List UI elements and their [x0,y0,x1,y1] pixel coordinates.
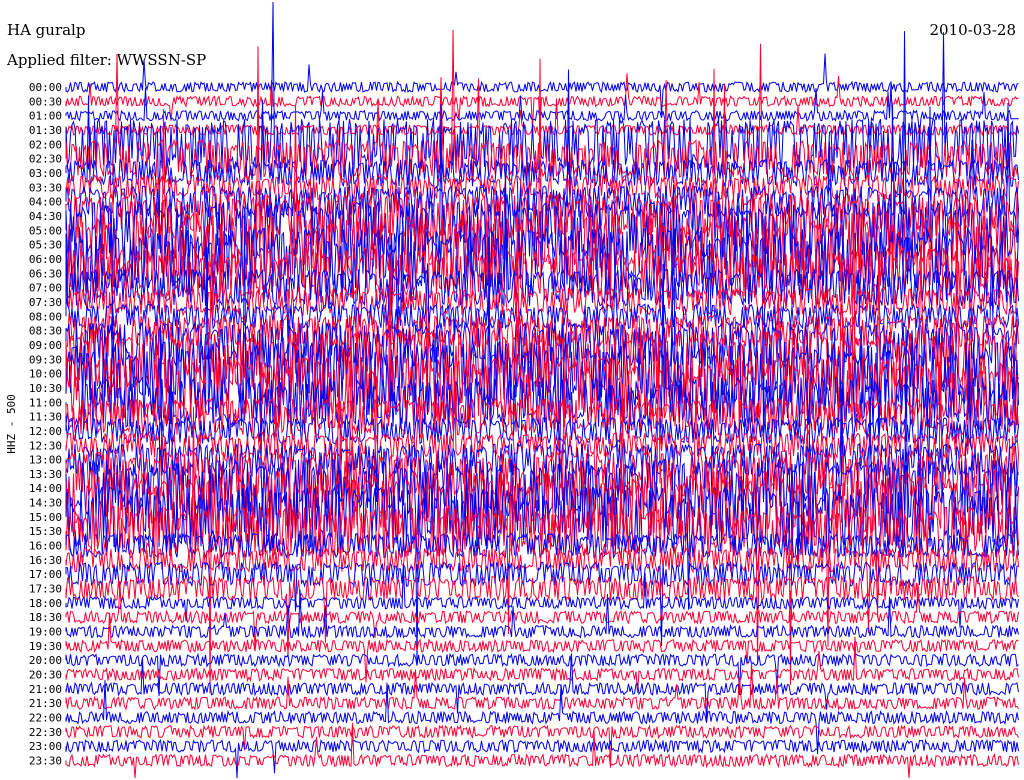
tick-label: 13:30 [29,468,62,481]
tick-label: 10:00 [29,368,62,381]
tick-label: 18:00 [29,597,62,610]
tick-label: 11:00 [29,396,62,409]
tick-label: 10:30 [29,382,62,395]
trace-row-00:30 [65,73,1019,130]
helicorder-chart: 00:0000:30 01:0001:3002:00 02:3003:0003:30… [5,1,1019,779]
tick-label: 05:30 [29,239,62,252]
tick-label: 23:30 [29,755,62,768]
tick-label: 21:30 [29,697,62,710]
tick-label: 12:00 [29,425,62,438]
tick-label: 14:00 [29,482,62,495]
tick-label: 13:00 [29,454,62,467]
tick-label: 18:30 [29,611,62,624]
tick-label: 03:00 [29,167,62,180]
tick-label: 15:30 [29,525,62,538]
tick-label: 23:00 [29,740,62,753]
tick-label: 02:00 [29,138,62,151]
tick-label: 03:30 [29,181,62,194]
tick-label: 04:00 [29,196,62,209]
tick-label: 07:30 [29,296,62,309]
trace-group [65,1,1019,779]
tick-label: 17:30 [29,583,62,596]
tick-label: 09:30 [29,353,62,366]
tick-label: 21:00 [29,683,62,696]
trace-row-00:00 [65,53,1019,115]
tick-label: 22:30 [29,726,62,739]
tick-label: 01:00 [29,110,62,123]
tick-label: 08:00 [29,310,62,323]
tick-label: 00:30 [29,95,62,108]
tick-label: 16:00 [29,540,62,553]
tick-label: 17:00 [29,568,62,581]
tick-label: 07:00 [29,282,62,295]
tick-label-group: 00:0000:30 01:0001:3002:00 02:3003:0003:30… [29,81,62,768]
tick-label: 22:00 [29,712,62,725]
tick-label: 19:00 [29,626,62,639]
tick-label: 00:00 [29,81,62,94]
tick-label: 06:30 [29,267,62,280]
trace-row-23:00 [65,738,1019,779]
tick-label: 14:30 [29,497,62,510]
tick-label: 09:00 [29,339,62,352]
tick-label: 12:30 [29,439,62,452]
tick-label: 16:30 [29,554,62,567]
tick-label: 04:30 [29,210,62,223]
tick-label: 05:00 [29,224,62,237]
tick-label: 15:00 [29,511,62,524]
y-axis-label: HHZ - 500 [5,394,18,454]
tick-label: 06:00 [29,253,62,266]
tick-label: 19:30 [29,640,62,653]
tick-label: 01:30 [29,124,62,137]
tick-label: 20:30 [29,669,62,682]
tick-label: 02:30 [29,153,62,166]
trace-row-22:30 [65,724,1019,768]
tick-label: 08:30 [29,325,62,338]
tick-label: 20:00 [29,654,62,667]
tick-label: 11:30 [29,411,62,424]
trace-row-02:30 [65,29,1019,179]
